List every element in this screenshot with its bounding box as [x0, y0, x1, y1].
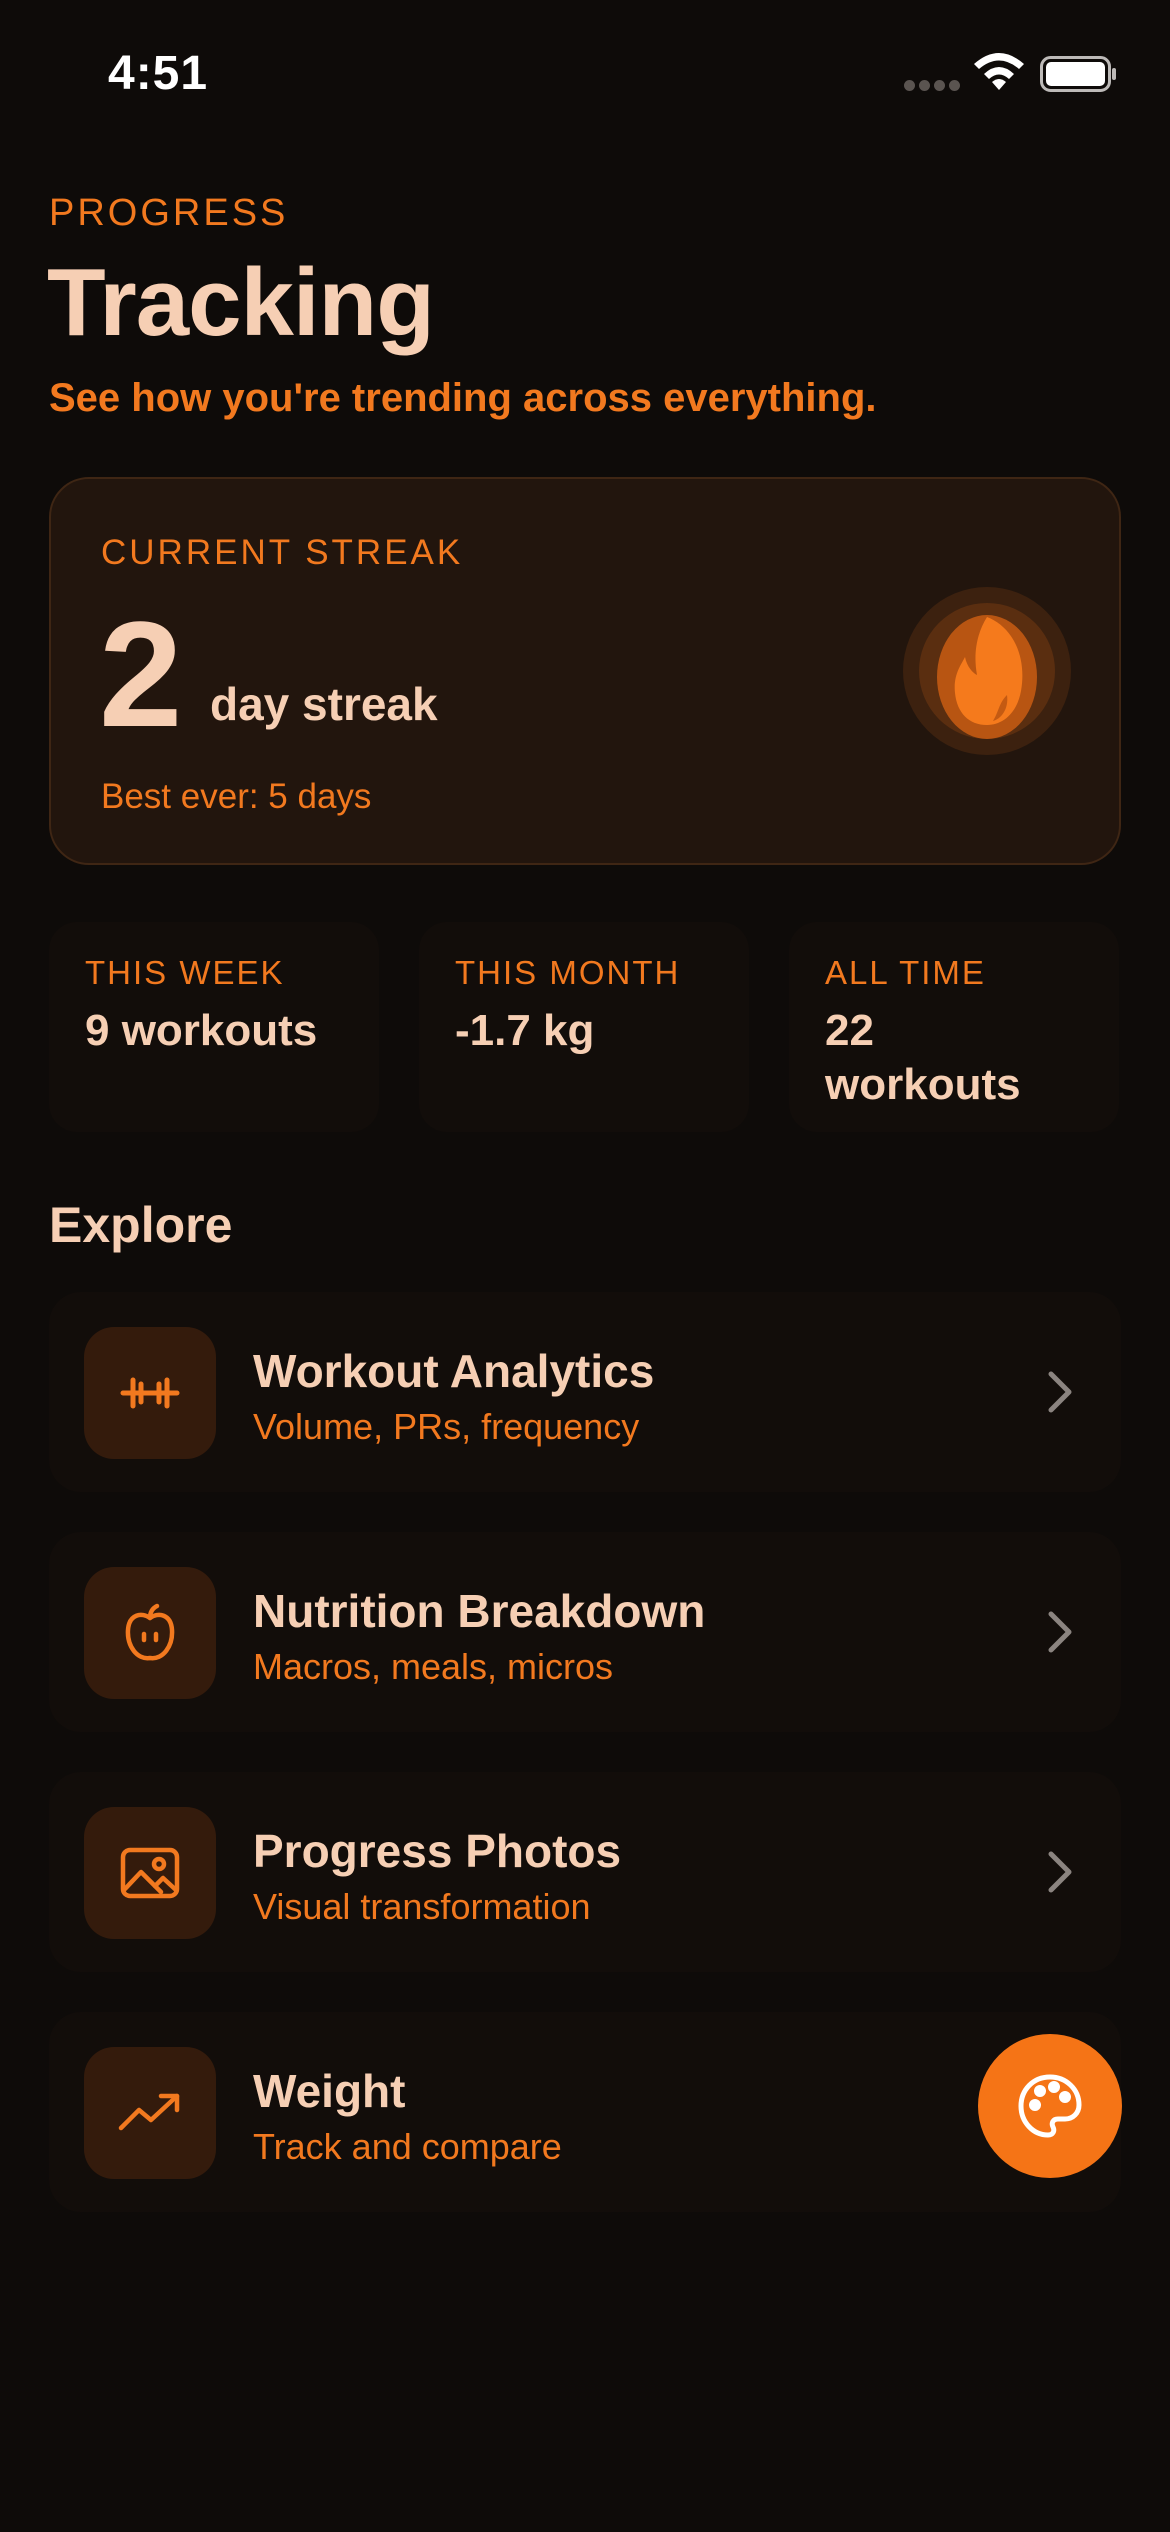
nav-item-nutrition-breakdown[interactable]: Nutrition Breakdown Macros, meals, micro…: [49, 1532, 1121, 1732]
nav-item-subtitle: Track and compare: [253, 2126, 562, 2167]
nav-icon-container: [84, 1567, 216, 1699]
tracking-screen: 4:51 PROGRESS Tracking See how you're tr…: [0, 0, 1170, 2532]
wifi-icon: [974, 53, 1024, 90]
chevron-right-icon: [1048, 1371, 1072, 1413]
nav-item-subtitle: Volume, PRs, frequency: [253, 1406, 640, 1447]
nav-item-progress-photos[interactable]: Progress Photos Visual transformation: [49, 1772, 1121, 1972]
nav-icon-container: [84, 1327, 216, 1459]
section-eyebrow: PROGRESS: [49, 192, 289, 234]
apple-icon: [125, 1603, 175, 1661]
trending-up-icon: [118, 2093, 180, 2131]
stat-tile-this-month: THIS MONTH -1.7 kg: [419, 922, 749, 1132]
page-subtitle: See how you're trending across everythin…: [49, 376, 877, 420]
stat-value: 9 workouts: [85, 1006, 318, 1055]
stat-tile-this-week: THIS WEEK 9 workouts: [49, 922, 379, 1132]
stat-value: 22 workouts: [825, 1006, 1021, 1109]
nav-item-title: Workout Analytics: [253, 1345, 655, 1397]
nav-item-title: Nutrition Breakdown: [253, 1585, 706, 1637]
page-title: Tracking: [47, 249, 435, 356]
nav-item-title: Weight: [253, 2065, 406, 2117]
palette-icon: [1018, 2074, 1082, 2138]
nav-item-weight[interactable]: Weight Track and compare: [49, 2012, 1121, 2212]
nav-icon-container: [84, 2047, 216, 2179]
theme-fab-button[interactable]: [978, 2034, 1122, 2178]
stat-value: -1.7 kg: [455, 1006, 595, 1055]
streak-count: 2: [99, 590, 183, 758]
streak-card: CURRENT STREAK 2 day streak Best ever: 5…: [49, 477, 1121, 865]
streak-label: CURRENT STREAK: [101, 533, 464, 572]
nav-item-subtitle: Macros, meals, micros: [253, 1646, 614, 1687]
battery-icon: [1040, 56, 1116, 92]
stat-label: THIS WEEK: [85, 954, 285, 991]
image-icon: [120, 1847, 180, 1899]
stat-label: THIS MONTH: [455, 954, 681, 991]
nav-item-title: Progress Photos: [253, 1825, 622, 1877]
chevron-right-icon: [1048, 1611, 1072, 1653]
nav-item-workout-analytics[interactable]: Workout Analytics Volume, PRs, frequency: [49, 1292, 1121, 1492]
signal-dots-icon: [904, 80, 960, 92]
dumbbell-icon: [120, 1377, 180, 1409]
streak-unit: day streak: [210, 678, 438, 730]
nav-icon-container: [84, 1807, 216, 1939]
status-time: 4:51: [108, 47, 209, 100]
streak-best: Best ever: 5 days: [101, 777, 372, 816]
nav-item-subtitle: Visual transformation: [253, 1886, 591, 1927]
stat-tile-all-time: ALL TIME 22 workouts: [789, 922, 1119, 1132]
status-bar: 4:51: [0, 0, 1170, 150]
explore-heading: Explore: [49, 1197, 233, 1253]
stat-label: ALL TIME: [825, 954, 986, 991]
flame-icon: [903, 587, 1071, 755]
chevron-right-icon: [1048, 1851, 1072, 1893]
